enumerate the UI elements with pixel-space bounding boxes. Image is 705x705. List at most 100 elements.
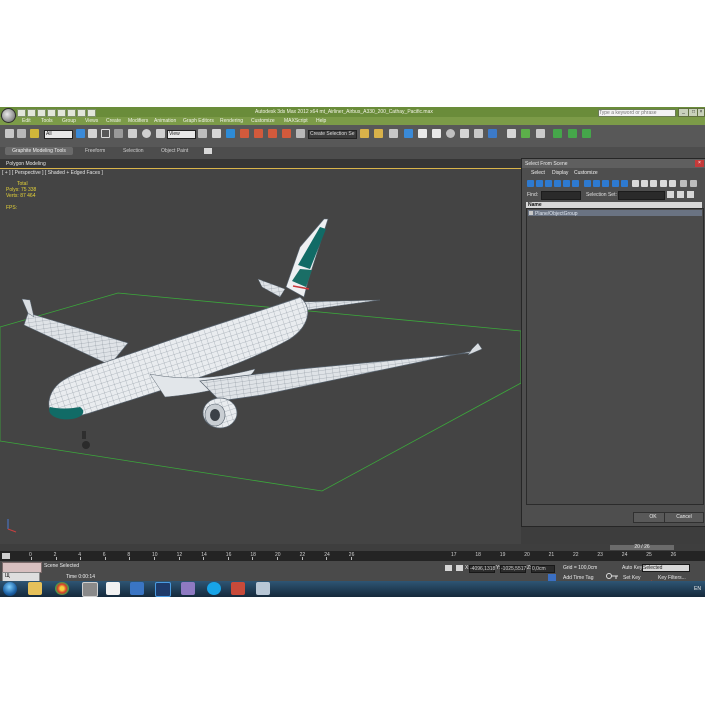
rendered-frame-icon[interactable] [474,129,483,138]
menu-group[interactable]: Group [62,118,76,124]
time-slider-track[interactable]: 20 / 26 [0,544,705,551]
render-production-icon[interactable] [488,129,497,138]
select-manipulate-icon[interactable] [212,129,221,138]
close-button[interactable]: × [697,108,705,117]
filter-bones-icon[interactable] [602,180,609,187]
filter-helpers-icon[interactable] [563,180,570,187]
mirror-icon[interactable] [360,129,369,138]
filter-space-warps-icon[interactable] [572,180,579,187]
percent-snap-icon[interactable] [268,129,277,138]
filter-frozen-icon[interactable] [621,180,628,187]
language-indicator[interactable]: EN [694,586,701,592]
hold-icon[interactable] [77,109,86,117]
align-icon[interactable] [374,129,383,138]
start-button[interactable] [3,582,17,596]
key-icon[interactable] [606,567,618,579]
project-folder-icon[interactable] [67,109,76,117]
menu-create[interactable]: Create [106,118,121,124]
time-slider[interactable]: 20 / 26 [610,545,674,550]
y-coordinate-field[interactable]: -1025,5517 [500,565,526,573]
app-menu-icon[interactable] [1,108,16,123]
named-selection-dropdown[interactable]: Create Selection Se [308,130,357,139]
menu-animation[interactable]: Animation [154,118,176,124]
schematic-view-icon[interactable] [432,129,441,138]
filter-geometry-icon[interactable] [527,180,534,187]
add-time-tag-icon[interactable] [548,574,556,581]
menu-edit[interactable]: Edit [22,118,31,124]
filter-lights-icon[interactable] [545,180,552,187]
track-bar[interactable]: 0 2 4 6 8 10 12 14 16 18 20 22 24 26 17 18 19 20 21 22 23 24 2… [0,551,705,561]
filter-shapes-icon[interactable] [536,180,543,187]
filter-containers-icon[interactable] [612,180,619,187]
dialog-menu-display[interactable]: Display [552,170,568,176]
filter-groups-icon[interactable] [584,180,591,187]
edit-named-selection-icon[interactable] [296,129,305,138]
network-icon[interactable] [130,582,144,595]
curve-editor-icon[interactable] [418,129,427,138]
selection-filter-dropdown[interactable]: All [44,130,73,139]
tab-freeform[interactable]: Freeform [85,148,105,155]
search-input[interactable]: Type a keyword or phrase [598,109,676,117]
3dsmax-icon[interactable] [82,582,98,597]
window-switcher-icon[interactable] [256,582,270,595]
select-object-icon[interactable] [76,129,85,138]
menu-graph-editors[interactable]: Graph Editors [183,118,214,124]
ribbon-options-icon[interactable] [204,148,212,154]
window-crossing-icon[interactable] [114,129,123,138]
selection-set-icon[interactable] [667,191,674,198]
perspective-viewport[interactable]: [ + ] [ Perspective ] [ Shaded + Edged F… [0,168,521,547]
media-icon[interactable] [181,582,195,595]
filter-funnel-icon[interactable] [680,180,687,187]
invert-display-icon[interactable] [650,180,657,187]
tab-graphite-modeling-tools[interactable]: Graphite Modeling Tools [5,147,73,155]
track-view-icon[interactable] [568,129,577,138]
material-editor-icon[interactable] [446,129,455,138]
viewport-config-icon[interactable] [536,129,545,138]
tab-object-paint[interactable]: Object Paint [161,148,188,155]
dialog-close-button[interactable]: × [695,160,704,167]
scale-icon[interactable] [156,129,165,138]
reference-coordinate-dropdown[interactable]: View [167,130,196,139]
layer-manager-icon[interactable] [389,129,398,138]
menu-maxscript[interactable]: MAXScript [284,118,308,124]
list-item[interactable]: Plane/ObjectGroup [528,210,702,217]
rectangle-selection-icon[interactable] [101,129,110,138]
spinner-snap-icon[interactable] [282,129,291,138]
chrome-icon[interactable] [55,582,69,595]
quick-render-icon[interactable] [521,129,530,138]
dialog-menu-customize[interactable]: Customize [574,170,598,176]
tab-selection[interactable]: Selection [123,148,144,155]
redo-icon[interactable] [57,109,66,117]
transform-toolbox-icon[interactable] [507,129,516,138]
display-all-icon[interactable] [632,180,639,187]
graphite-toggle-icon[interactable] [404,129,413,138]
menu-customize[interactable]: Customize [251,118,275,124]
open-icon[interactable] [27,109,36,117]
dropdown-icon[interactable] [87,109,96,117]
cancel-button[interactable]: Cancel [664,512,704,523]
display-none-icon[interactable] [641,180,648,187]
menu-views[interactable]: Views [85,118,98,124]
move-icon[interactable] [128,129,137,138]
auto-key-button[interactable]: Auto Key [622,565,642,571]
z-coordinate-field[interactable]: 0,0cm [531,565,555,573]
undo-icon[interactable] [47,109,56,117]
key-mode-dropdown[interactable]: Selected [642,564,690,572]
winrar-icon[interactable] [231,582,245,595]
absolute-mode-icon[interactable] [456,565,463,571]
selection-set-dropdown[interactable] [618,191,665,200]
rotate-icon[interactable] [142,129,151,138]
skype-icon[interactable] [207,582,221,595]
particle-view-icon[interactable] [582,129,591,138]
angle-snap-icon[interactable] [254,129,263,138]
explorer-icon[interactable] [28,582,42,595]
select-link-icon[interactable] [5,129,14,138]
new-icon[interactable] [17,109,26,117]
menu-help[interactable]: Help [316,118,326,124]
save-icon[interactable] [37,109,46,117]
menu-tools[interactable]: Tools [41,118,53,124]
photoshop-icon[interactable] [155,582,171,597]
unlink-icon[interactable] [17,129,26,138]
set-key-icon[interactable] [643,574,653,587]
filter-cameras-icon[interactable] [554,180,561,187]
